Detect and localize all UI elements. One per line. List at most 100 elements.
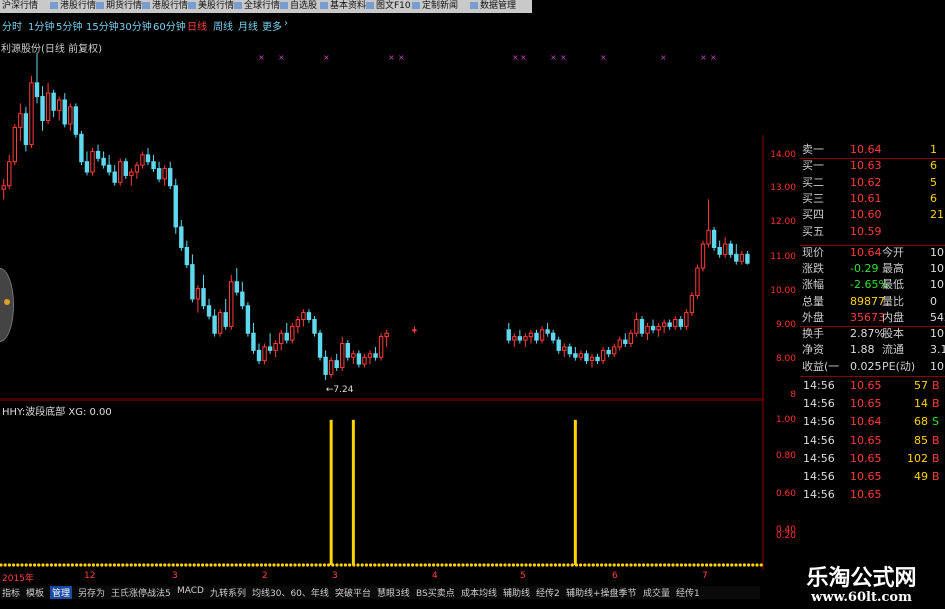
- candle: [356, 350, 362, 368]
- period-tab[interactable]: 更多: [262, 18, 282, 33]
- indicator-tab[interactable]: 经传1: [676, 586, 700, 599]
- top-menu-item[interactable]: 期货行情: [96, 0, 142, 13]
- top-menu-item[interactable]: 港股行情: [50, 0, 96, 13]
- baseline-dot: [742, 563, 747, 567]
- event-marker: ×: [710, 53, 717, 62]
- baseline-dot: [381, 563, 385, 567]
- quote-row: 买五 10.59: [800, 224, 945, 240]
- quote-row: 买二 10.62 5: [800, 175, 945, 191]
- baseline-dot: [100, 563, 104, 567]
- baseline-dot: [306, 563, 310, 567]
- indicator-tab[interactable]: 成交量: [643, 586, 670, 599]
- indicator-tab[interactable]: 慧眼3线: [377, 586, 410, 599]
- baseline-dot: [537, 563, 541, 567]
- top-menu-item[interactable]: 全球行情: [234, 0, 280, 13]
- baseline-dot: [759, 563, 763, 567]
- period-tab[interactable]: 5分钟: [56, 18, 82, 33]
- baseline-dot: [49, 563, 54, 567]
- candle: [367, 350, 373, 365]
- top-menu-item[interactable]: 图文F10: [366, 0, 411, 13]
- baseline-dot: [318, 563, 322, 567]
- baseline-dot: [213, 563, 217, 567]
- baseline-dot: [108, 563, 112, 567]
- date-tick: 2015年: [2, 574, 34, 584]
- trade-volume: 49: [914, 470, 928, 484]
- candle: [700, 240, 706, 272]
- quote-label: 现价: [802, 245, 824, 259]
- quote-value: 10: [930, 245, 944, 259]
- indicator-tab[interactable]: BS买卖点: [416, 586, 455, 599]
- indicator-tab[interactable]: 辅助线+操盘季节: [566, 586, 637, 599]
- top-menu-item[interactable]: 美股行情: [188, 0, 234, 13]
- candle: [539, 326, 545, 344]
- baseline-dot: [495, 563, 499, 567]
- indicator-tab[interactable]: 突破平台: [335, 586, 371, 599]
- baseline-dot: [201, 563, 205, 567]
- baseline-dot: [583, 563, 587, 567]
- candle: [73, 103, 79, 138]
- top-menu-item[interactable]: 港股行情: [142, 0, 188, 13]
- baseline-dot: [658, 563, 663, 567]
- indicator-tab[interactable]: 指标: [2, 586, 20, 599]
- quote-value: 21: [930, 208, 944, 222]
- candle: [23, 106, 29, 152]
- candle: [534, 329, 539, 344]
- baseline-dot: [75, 563, 79, 567]
- period-tab[interactable]: 月线: [238, 18, 258, 33]
- baseline-dot: [125, 563, 129, 567]
- candle: [673, 316, 678, 330]
- indicator-tab[interactable]: 九转系列: [210, 586, 246, 599]
- period-tab[interactable]: 30分钟: [119, 18, 152, 33]
- top-menu-item[interactable]: 数据管理: [470, 0, 516, 13]
- baseline-dot: [310, 563, 314, 567]
- candlestick-chart[interactable]: ×××××××××××××←16.77←7.24: [0, 50, 764, 400]
- indicator-tab[interactable]: 模板: [26, 586, 44, 599]
- trade-row: 14:56 10.65 57 B: [800, 377, 945, 395]
- quote-value: 10: [930, 278, 944, 292]
- indicator-tab[interactable]: 经传2: [536, 586, 560, 599]
- period-bar: 分时 1分钟 5分钟 15分钟 30分钟 60分钟 日线 周线 月线 更多 ›: [0, 15, 300, 35]
- top-menu-item[interactable]: 自选股: [280, 0, 317, 13]
- period-tab[interactable]: 周线: [213, 18, 233, 33]
- baseline-dot: [301, 563, 305, 567]
- period-tab[interactable]: 日线: [187, 18, 207, 33]
- baseline-dot: [419, 563, 423, 567]
- period-tab[interactable]: 分时: [2, 18, 22, 33]
- candle: [628, 329, 634, 347]
- baseline-dot: [54, 563, 58, 567]
- candle: [51, 89, 56, 118]
- indicator-tab[interactable]: 王氏涨停战法5: [111, 586, 171, 599]
- indicator-tab[interactable]: 辅助线: [503, 586, 530, 599]
- baseline-dot: [289, 563, 293, 567]
- quote-value: 1.88: [850, 343, 875, 357]
- baseline-dot: [654, 563, 658, 567]
- indicator-tab[interactable]: 均线30、60、年线: [252, 586, 329, 599]
- indicator-chart[interactable]: [0, 400, 764, 570]
- top-menu-item[interactable]: 基本资料: [320, 0, 366, 13]
- baseline-dot: [490, 563, 494, 567]
- baseline-dot: [142, 563, 146, 567]
- quote-value: 10.60: [850, 208, 882, 222]
- candle: [284, 322, 289, 344]
- event-marker: ×: [323, 53, 330, 62]
- quote-label: 买三: [802, 191, 824, 205]
- indicator-tab[interactable]: 另存为: [78, 586, 105, 599]
- period-tab[interactable]: 60分钟: [153, 18, 186, 33]
- trade-time: 14:56: [803, 470, 835, 484]
- baseline-dot: [373, 563, 377, 567]
- top-menu-bar: 沪深行情 港股行情 期货行情 港股行情 美股行情 全球行情 自选股 基本资料 图文F10 定制新闻…: [0, 0, 532, 13]
- baseline-dot: [167, 563, 171, 567]
- candle: [550, 329, 556, 344]
- quote-panel: 卖一 10.64 1 买一 10.63 6 买二 10.62 5 买三 10.61 6 买四 10.60 2…: [800, 142, 945, 562]
- baseline-dot: [0, 563, 3, 567]
- quote-label: 收益(一: [802, 359, 840, 373]
- top-menu-item[interactable]: 沪深行情: [2, 0, 38, 13]
- indicator-tab[interactable]: 管理: [50, 586, 73, 599]
- indicator-tab[interactable]: MACD: [177, 586, 204, 596]
- candle: [118, 158, 123, 186]
- period-tab[interactable]: 15分钟: [86, 18, 119, 33]
- indicator-tab[interactable]: 成本均线: [461, 586, 497, 599]
- period-tab[interactable]: 1分钟: [28, 18, 54, 33]
- top-menu-item[interactable]: 定制新闻: [412, 0, 458, 13]
- period-tab[interactable]: ›: [284, 18, 288, 29]
